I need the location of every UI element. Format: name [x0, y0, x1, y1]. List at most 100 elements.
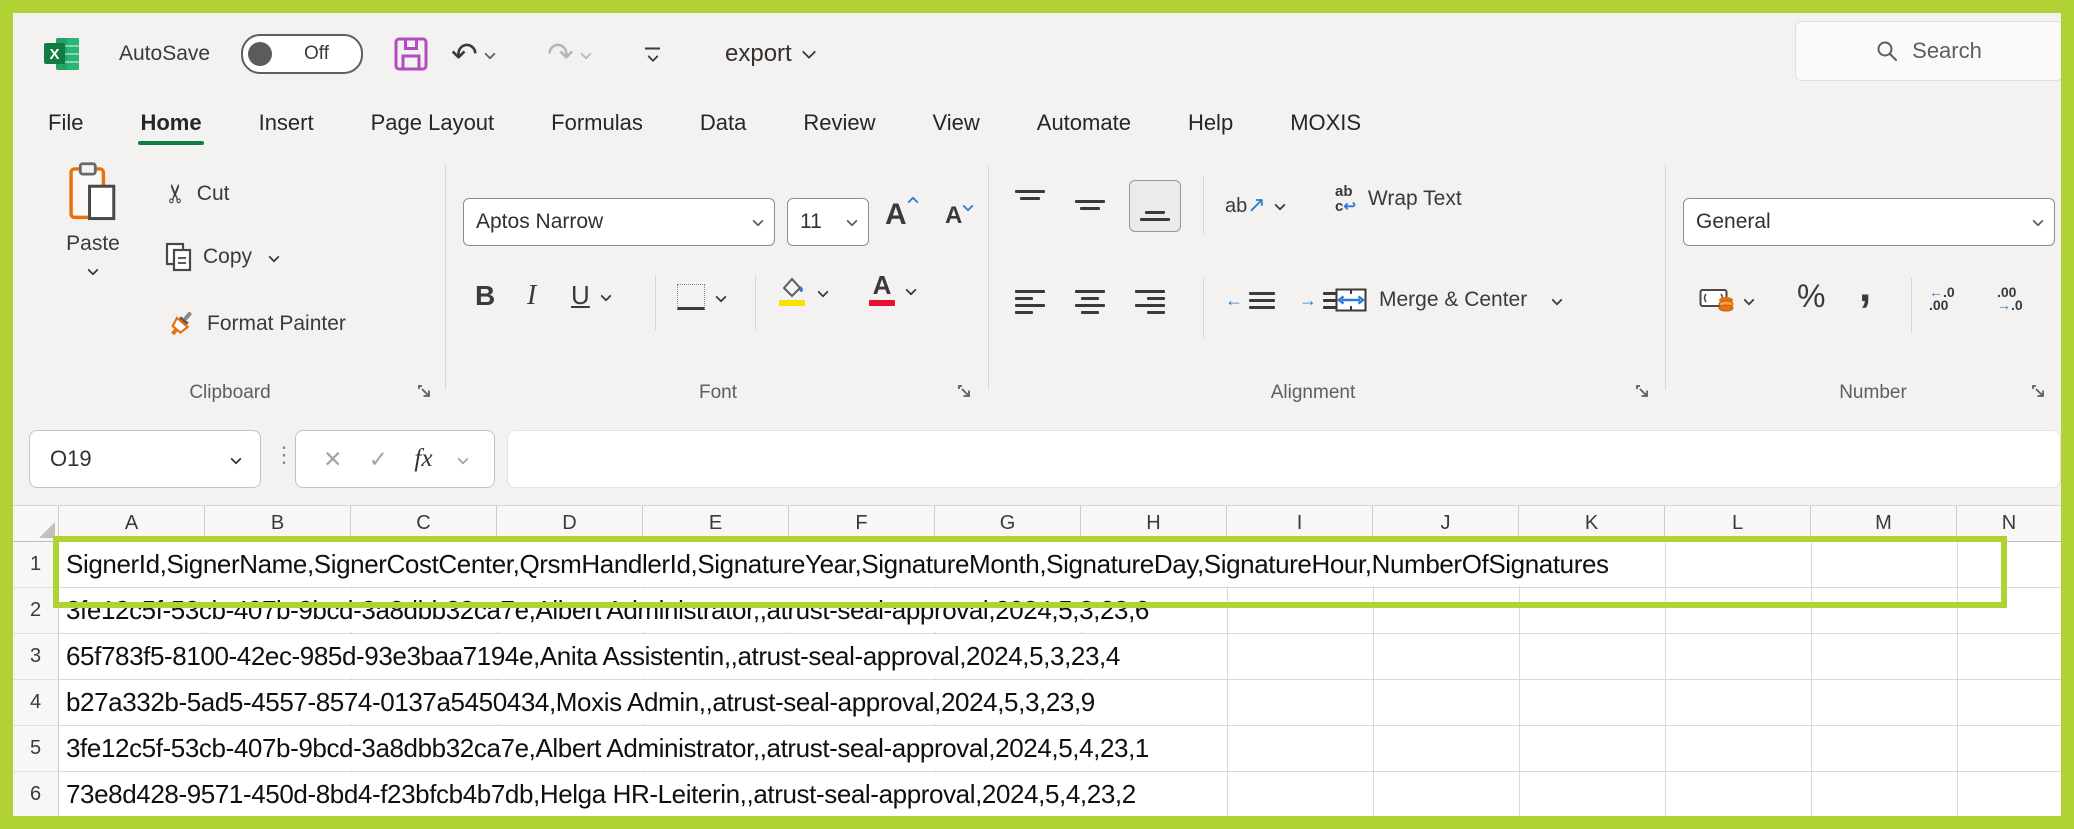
paste-button[interactable]: Paste: [45, 162, 141, 374]
cancel-button[interactable]: ✕: [323, 446, 342, 473]
autosave-label: AutoSave: [119, 42, 210, 66]
font-dialog-launcher[interactable]: [957, 384, 973, 400]
tab-review[interactable]: Review: [803, 110, 875, 136]
wrap-text-button[interactable]: ab c↩ Wrap Text: [1335, 184, 1462, 214]
row-header-4[interactable]: 4: [13, 680, 59, 726]
column-header-d[interactable]: D: [497, 506, 643, 541]
cut-button[interactable]: ✂ Cut: [165, 178, 229, 209]
align-left-button[interactable]: [1015, 290, 1045, 314]
fill-color-button[interactable]: [779, 276, 827, 306]
grow-font-button[interactable]: A: [885, 198, 917, 232]
workbook-title[interactable]: export: [725, 40, 814, 68]
tab-moxis[interactable]: MOXIS: [1290, 110, 1361, 136]
borders-button[interactable]: [677, 284, 725, 310]
column-header-n[interactable]: N: [1957, 506, 2061, 541]
middle-align-button[interactable]: [1075, 190, 1105, 220]
tab-data[interactable]: Data: [700, 110, 746, 136]
shrink-font-button[interactable]: A: [945, 202, 972, 230]
underline-button[interactable]: U: [571, 280, 610, 311]
comma-style-button[interactable]: ,: [1859, 262, 1871, 312]
tab-help[interactable]: Help: [1188, 110, 1233, 136]
align-right-icon: [1135, 290, 1165, 314]
row-header-6[interactable]: 6: [13, 772, 59, 818]
select-all-button[interactable]: [13, 506, 59, 541]
font-color-button[interactable]: A: [869, 272, 915, 306]
row-header-5[interactable]: 5: [13, 726, 59, 772]
top-align-button[interactable]: [1015, 190, 1045, 220]
tab-page-layout[interactable]: Page Layout: [371, 110, 495, 136]
row-header-3[interactable]: 3: [13, 634, 59, 680]
tab-insert[interactable]: Insert: [259, 110, 314, 136]
row-1[interactable]: 1 SignerId,SignerName,SignerCostCenter,Q…: [13, 542, 2061, 588]
format-painter-icon: [165, 308, 197, 340]
workbook-name: export: [725, 40, 792, 68]
spreadsheet-grid: A B C D E F G H I J K L M N: [13, 505, 2061, 817]
percent-style-button[interactable]: %: [1797, 278, 1825, 315]
font-name-combo[interactable]: Aptos Narrow: [463, 198, 775, 246]
orientation-button[interactable]: ab↗: [1225, 192, 1284, 218]
merge-center-button[interactable]: Merge & Center: [1335, 288, 1561, 312]
column-header-g[interactable]: G: [935, 506, 1081, 541]
column-header-f[interactable]: F: [789, 506, 935, 541]
number-dialog-launcher[interactable]: [2031, 384, 2047, 400]
insert-function-button[interactable]: fx: [414, 445, 432, 473]
row-header-1[interactable]: 1: [13, 542, 59, 588]
increase-decimal-button[interactable]: ←.0 .00: [1929, 286, 1955, 312]
redo-button[interactable]: ↷: [547, 38, 590, 70]
search-box[interactable]: Search: [1795, 21, 2063, 81]
align-right-button[interactable]: [1135, 290, 1165, 314]
column-header-m[interactable]: M: [1811, 506, 1957, 541]
save-button[interactable]: [393, 36, 429, 72]
column-header-c[interactable]: C: [351, 506, 497, 541]
formula-input[interactable]: [507, 430, 2061, 488]
autosave-toggle[interactable]: Off: [241, 34, 363, 74]
column-header-h[interactable]: H: [1081, 506, 1227, 541]
decrease-decimal-button[interactable]: .00 →.0: [1997, 286, 2023, 312]
row-4[interactable]: 4 b27a332b-5ad5-4557-8574-0137a5450434,M…: [13, 680, 2061, 726]
bottom-align-button[interactable]: [1129, 180, 1181, 232]
alignment-dialog-launcher[interactable]: [1635, 384, 1651, 400]
alignment-group-label: Alignment: [1243, 382, 1383, 404]
clipboard-dialog-launcher[interactable]: [417, 384, 433, 400]
row-5[interactable]: 5 3fe12c5f-53cb-407b-9bcd-3a8dbb32ca7e,A…: [13, 726, 2061, 772]
bold-button[interactable]: B: [475, 280, 495, 312]
row-6[interactable]: 6 73e8d428-9571-450d-8bd4-f23bfcb4b7db,H…: [13, 772, 2061, 818]
italic-button[interactable]: I: [527, 280, 536, 312]
column-header-b[interactable]: B: [205, 506, 351, 541]
copy-button[interactable]: Copy: [165, 242, 278, 272]
font-size-combo[interactable]: 11: [787, 198, 869, 246]
decrease-decimal-icon: .00 →.0: [1997, 286, 2023, 312]
row-2[interactable]: 2 3fe12c5f-53cb-407b-9bcd-3a8dbb32ca7e,A…: [13, 588, 2061, 634]
align-center-button[interactable]: [1075, 290, 1105, 314]
column-header-e[interactable]: E: [643, 506, 789, 541]
tab-file[interactable]: File: [48, 110, 83, 136]
search-icon: [1876, 40, 1898, 62]
column-header-l[interactable]: L: [1665, 506, 1811, 541]
format-painter-button[interactable]: Format Painter: [165, 308, 346, 340]
fx-chevron-icon: [457, 453, 468, 464]
more-commands-button[interactable]: [645, 48, 660, 61]
accounting-chevron-icon: [1743, 294, 1754, 305]
svg-text:X: X: [49, 46, 59, 63]
row-header-2[interactable]: 2: [13, 588, 59, 634]
column-header-i[interactable]: I: [1227, 506, 1373, 541]
tab-view[interactable]: View: [932, 110, 979, 136]
formula-bar: O19 ⋮ ✕ ✓ fx: [13, 412, 2061, 505]
tab-formulas[interactable]: Formulas: [551, 110, 643, 136]
undo-button[interactable]: ↶: [451, 38, 494, 70]
decrease-indent-button[interactable]: ←: [1225, 290, 1275, 311]
tab-home[interactable]: Home: [140, 110, 201, 136]
row-3[interactable]: 3 65f783f5-8100-42ec-985d-93e3baa7194e,A…: [13, 634, 2061, 680]
accounting-format-button[interactable]: [1699, 286, 1753, 314]
name-box[interactable]: O19: [29, 430, 261, 488]
number-format-combo[interactable]: General: [1683, 198, 2055, 246]
number-format-chevron-icon: [2032, 215, 2043, 226]
ribbon-tab-bar: File Home Insert Page Layout Formulas Da…: [13, 95, 2061, 150]
tab-automate[interactable]: Automate: [1037, 110, 1131, 136]
column-header-a[interactable]: A: [59, 506, 205, 541]
enter-button[interactable]: ✓: [369, 446, 388, 473]
inner-divider: [655, 275, 656, 330]
column-header-j[interactable]: J: [1373, 506, 1519, 541]
column-header-k[interactable]: K: [1519, 506, 1665, 541]
formula-bar-splitter[interactable]: ⋮: [273, 442, 295, 468]
